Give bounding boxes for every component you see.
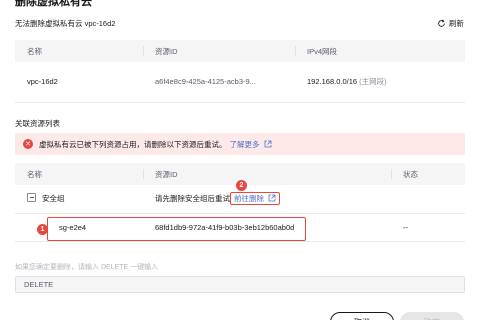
- vpc-cidr-note: (主网段): [359, 77, 387, 87]
- delete-confirm-input[interactable]: DELETE: [15, 276, 465, 293]
- vpc-table: 名称 资源ID IPv4网段 vpc-16d2 a6f4e8c9-425a-41…: [15, 40, 465, 103]
- step-badge-2: 2: [236, 180, 247, 191]
- vpc-name-cell: vpc-16d2: [15, 62, 143, 103]
- external-link-icon[interactable]: [268, 194, 276, 202]
- group-status-cell: [391, 185, 465, 214]
- dialog-subhead: 无法删除虚拟私有云 vpc-16d2: [15, 19, 116, 28]
- vpc-cidr-cell: 192.168.0.0/16 (主网段): [295, 62, 465, 103]
- group-message: 请先删除安全组后重试: [155, 194, 230, 204]
- column-header-status: 状态: [391, 163, 465, 185]
- error-icon: ✕: [23, 139, 33, 149]
- resources-table: 名称 资源ID 状态 安全组 请先删除安全组后重试 前往删除 sg-e2e4 68…: [15, 163, 465, 242]
- error-alert: ✕ 虚拟私有云已被下列资源占用，请删除以下资源后重试。 了解更多: [15, 133, 465, 155]
- refresh-icon: [438, 19, 445, 27]
- step-badge-1: 1: [37, 224, 48, 235]
- goto-delete-link[interactable]: 前往删除: [234, 194, 264, 203]
- vpc-id-cell: a6f4e8c9-425a-4125-acb3-9...: [143, 62, 295, 103]
- sg-id-cell: 68fd1db9-972a-41f9-b03b-3eb12b60ab0d: [143, 213, 391, 242]
- dialog-title: 删除虚拟私有云: [15, 0, 92, 8]
- table-row: sg-e2e4 68fd1db9-972a-41f9-b03b-3eb12b60…: [15, 213, 465, 242]
- confirm-button[interactable]: 确定: [400, 312, 464, 320]
- learn-more-link[interactable]: 了解更多: [230, 139, 260, 150]
- column-header-name: 名称: [15, 163, 143, 185]
- alert-text: 虚拟私有云已被下列资源占用，请删除以下资源后重试。: [39, 139, 227, 149]
- group-message-cell: 请先删除安全组后重试 前往删除: [143, 185, 391, 214]
- table-row: vpc-16d2 a6f4e8c9-425a-4125-acb3-9... 19…: [15, 62, 465, 103]
- column-header-resource-id: 资源ID: [143, 163, 391, 185]
- group-name: 安全组: [42, 194, 65, 204]
- refresh-label: 刷新: [449, 19, 464, 28]
- sg-status-cell: --: [391, 213, 465, 242]
- section-label-resources: 关联资源列表: [15, 119, 60, 128]
- confirm-hint: 如果您确定要删除，请输入 DELETE 一键输入: [15, 264, 159, 271]
- cancel-button[interactable]: 取消: [330, 312, 394, 320]
- vpc-cidr-value: 192.168.0.0/16: [307, 77, 358, 87]
- external-link-icon[interactable]: [264, 140, 272, 148]
- collapse-icon[interactable]: [27, 193, 36, 203]
- column-header-name: 名称: [15, 40, 143, 62]
- refresh-button[interactable]: 刷新: [437, 18, 464, 29]
- goto-delete-highlight: 前往删除: [230, 192, 280, 206]
- group-name-cell: 安全组: [15, 185, 143, 214]
- sg-name-cell: sg-e2e4: [15, 213, 143, 242]
- column-header-resource-id: 资源ID: [143, 40, 295, 62]
- column-header-ipv4-cidr: IPv4网段: [295, 40, 465, 62]
